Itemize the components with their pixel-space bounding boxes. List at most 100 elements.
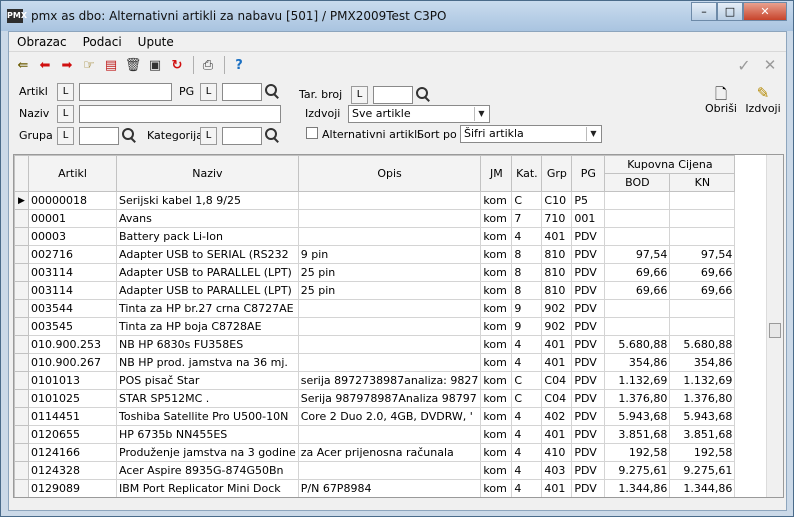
cell-opis[interactable] (297, 209, 482, 228)
cell-kat[interactable]: 7 (511, 209, 543, 228)
cell-naziv[interactable]: IBM Port Replicator Mini Dock (116, 479, 299, 497)
cell-opis[interactable] (297, 227, 482, 246)
cell-pg[interactable]: P5 (571, 191, 606, 210)
help-icon[interactable]: ? (229, 55, 249, 75)
cell-naziv[interactable]: Adapter USB to PARALLEL (LPT) (116, 281, 299, 300)
cell-naziv[interactable]: Battery pack Li-Ion (116, 227, 299, 246)
cell-artikl[interactable]: 003114 (28, 281, 117, 300)
tarbroj-l-button[interactable]: L (351, 86, 368, 104)
artikl-l-button[interactable]: L (57, 83, 74, 101)
maximize-button[interactable]: □ (717, 2, 743, 21)
cell-grp[interactable]: 710 (541, 209, 573, 228)
grupa-search-icon[interactable] (121, 127, 137, 143)
row-indicator[interactable] (14, 317, 29, 336)
cell-artikl[interactable]: 002716 (28, 245, 117, 264)
cell-artikl[interactable]: 0129089 (28, 479, 117, 497)
column-header-jm[interactable]: JM (480, 155, 513, 192)
print-icon[interactable]: ⎙ (198, 55, 218, 75)
cell-kat[interactable]: 8 (511, 263, 543, 282)
row-indicator[interactable] (14, 353, 29, 372)
cell-kat[interactable]: 8 (511, 245, 543, 264)
copy-icon[interactable]: ▣ (145, 55, 165, 75)
row-indicator[interactable] (14, 245, 29, 264)
cell-opis[interactable] (297, 191, 482, 210)
cell-pg[interactable]: PDV (571, 317, 606, 336)
pg-l-button[interactable]: L (200, 83, 217, 101)
cell-kat[interactable]: 4 (511, 461, 543, 480)
cell-kn[interactable]: 97,54 (669, 245, 736, 264)
minimize-button[interactable]: – (691, 2, 717, 21)
cell-pg[interactable]: PDV (571, 353, 606, 372)
cell-naziv[interactable]: NB HP prod. jamstva na 36 mj. (116, 353, 299, 372)
cell-jm[interactable]: kom (480, 317, 513, 336)
cell-bod[interactable]: 1.344,86 (604, 479, 671, 497)
cell-grp[interactable]: 401 (541, 227, 573, 246)
row-indicator[interactable]: ▶ (14, 191, 29, 210)
cell-artikl[interactable]: 010.900.267 (28, 353, 117, 372)
cell-artikl[interactable]: 0101025 (28, 389, 117, 408)
cell-bod[interactable]: 9.275,61 (604, 461, 671, 480)
table-row[interactable]: 0129089 IBM Port Replicator Mini Dock P/N … (14, 479, 736, 497)
close-button[interactable]: ✕ (743, 2, 787, 21)
cell-opis[interactable]: P/N 67P8984 (297, 479, 482, 497)
row-indicator[interactable] (14, 389, 29, 408)
cell-artikl[interactable]: 003545 (28, 317, 117, 336)
cell-kn[interactable] (669, 317, 736, 336)
cell-bod[interactable] (604, 317, 671, 336)
table-row[interactable]: 003545 Tinta za HP boja C8728AE kom 9 902 PDV (14, 317, 736, 336)
cell-pg[interactable]: PDV (571, 389, 606, 408)
cell-kn[interactable]: 1.344,86 (669, 479, 736, 497)
kategorija-input[interactable] (222, 127, 262, 145)
cell-pg[interactable]: PDV (571, 299, 606, 318)
grupa-input[interactable] (79, 127, 119, 145)
table-row[interactable]: 0101025 STAR SP512MC . Serija 987978987Ana… (14, 389, 736, 408)
cell-grp[interactable]: C04 (541, 371, 573, 390)
row-indicator[interactable] (14, 425, 29, 444)
cell-grp[interactable]: 810 (541, 263, 573, 282)
naziv-l-button[interactable]: L (57, 105, 74, 123)
table-row[interactable]: 010.900.267 NB HP prod. jamstva na 36 mj.… (14, 353, 736, 372)
cell-bod[interactable]: 5.680,88 (604, 335, 671, 354)
cell-opis[interactable]: 9 pin (297, 245, 482, 264)
cell-kn[interactable]: 69,66 (669, 281, 736, 300)
open-icon[interactable]: ☞ (79, 55, 99, 75)
table-row[interactable]: 002716 Adapter USB to SERIAL (RS232 9 pin k… (14, 245, 736, 264)
cell-kn[interactable]: 192,58 (669, 443, 736, 462)
cell-kn[interactable]: 1.132,69 (669, 371, 736, 390)
cell-grp[interactable]: 810 (541, 281, 573, 300)
cell-naziv[interactable]: Serijski kabel 1,8 9/25 (116, 191, 299, 210)
cell-bod[interactable]: 192,58 (604, 443, 671, 462)
cell-grp[interactable]: 401 (541, 353, 573, 372)
cell-grp[interactable]: 810 (541, 245, 573, 264)
cell-jm[interactable]: kom (480, 335, 513, 354)
cell-bod[interactable] (604, 299, 671, 318)
column-header-pg[interactable]: PG (571, 155, 606, 192)
cell-pg[interactable]: PDV (571, 245, 606, 264)
cell-artikl[interactable]: 00001 (28, 209, 117, 228)
menu-upute[interactable]: Upute (130, 35, 182, 49)
cell-kat[interactable]: 4 (511, 227, 543, 246)
table-row[interactable]: 003114 Adapter USB to PARALLEL (LPT) 25 pi… (14, 263, 736, 282)
cell-opis[interactable]: za Acer prijenosna računala (297, 443, 482, 462)
cell-naziv[interactable]: HP 6735b NN455ES (116, 425, 299, 444)
cell-jm[interactable]: kom (480, 371, 513, 390)
column-header-kat[interactable]: Kat. (511, 155, 543, 192)
cell-artikl[interactable]: 003544 (28, 299, 117, 318)
cell-jm[interactable]: kom (480, 191, 513, 210)
cell-opis[interactable] (297, 461, 482, 480)
scrollbar-thumb[interactable] (769, 323, 781, 338)
cell-artikl[interactable]: 010.900.253 (28, 335, 117, 354)
cell-kat[interactable]: 9 (511, 317, 543, 336)
cell-opis[interactable] (297, 317, 482, 336)
row-indicator[interactable] (14, 479, 29, 497)
cell-naziv[interactable]: NB HP 6830s FU358ES (116, 335, 299, 354)
cell-pg[interactable]: 001 (571, 209, 606, 228)
cell-bod[interactable]: 5.943,68 (604, 407, 671, 426)
cell-artikl[interactable]: 0120655 (28, 425, 117, 444)
column-header-naziv[interactable]: Naziv (116, 155, 299, 192)
cell-opis[interactable]: Core 2 Duo 2.0, 4GB, DVDRW, ' (297, 407, 482, 426)
cell-artikl[interactable]: 0124328 (28, 461, 117, 480)
row-indicator[interactable] (14, 407, 29, 426)
cell-kn[interactable]: 354,86 (669, 353, 736, 372)
cell-kn[interactable] (669, 299, 736, 318)
